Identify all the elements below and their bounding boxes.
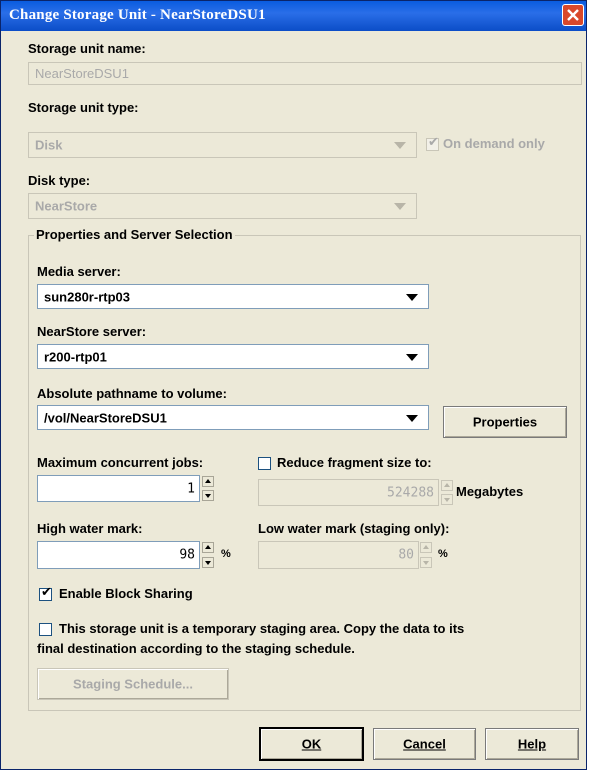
properties-button[interactable]: Properties xyxy=(443,406,567,438)
nearstore-server-label: NearStore server: xyxy=(37,324,147,339)
low-water-unit: % xyxy=(438,548,448,560)
spin-up-icon[interactable] xyxy=(202,542,214,553)
pathname-value: /vol/NearStoreDSU1 xyxy=(44,410,167,425)
staging-area-checkbox[interactable] xyxy=(39,623,52,636)
storage-unit-type-label: Storage unit type: xyxy=(28,100,139,115)
storage-unit-type-value: Disk xyxy=(35,137,63,153)
on-demand-only-label: On demand only xyxy=(443,136,545,151)
checkmark-icon: ✔ xyxy=(41,585,52,600)
low-water-mark-input: 80 xyxy=(258,541,419,569)
pathname-label: Absolute pathname to volume: xyxy=(37,386,227,401)
disk-type-label: Disk type: xyxy=(28,173,91,188)
staging-area-label-line2: final destination according to the stagi… xyxy=(37,641,355,656)
change-storage-unit-dialog: Change Storage Unit - NearStoreDSU1 Stor… xyxy=(0,0,587,770)
high-water-mark-input[interactable]: 98 xyxy=(37,541,200,569)
close-button[interactable] xyxy=(562,4,584,26)
staging-schedule-button: Staging Schedule... xyxy=(37,668,229,700)
high-water-spinner[interactable] xyxy=(202,542,214,568)
chevron-down-icon xyxy=(394,203,406,210)
max-concurrent-jobs-value: 1 xyxy=(187,481,195,496)
reduce-fragment-input: 524288 xyxy=(258,479,439,506)
max-concurrent-jobs-input[interactable]: 1 xyxy=(37,475,200,502)
high-water-unit: % xyxy=(221,548,231,560)
low-water-mark-label: Low water mark (staging only): xyxy=(258,521,450,536)
checkmark-icon: ✔ xyxy=(428,135,439,150)
spin-down-icon[interactable] xyxy=(202,490,214,501)
max-jobs-spinner[interactable] xyxy=(202,476,214,501)
spin-down-icon xyxy=(441,494,453,505)
ok-button-label: OK xyxy=(301,736,322,752)
disk-type-value: NearStore xyxy=(35,198,98,214)
nearstore-server-value: r200-rtp01 xyxy=(44,349,107,364)
spin-up-icon xyxy=(441,480,453,491)
spin-up-icon[interactable] xyxy=(202,476,214,487)
low-water-mark-value: 80 xyxy=(398,547,414,563)
properties-button-label: Properties xyxy=(472,414,538,430)
title-bar[interactable]: Change Storage Unit - NearStoreDSU1 xyxy=(1,1,586,31)
staging-area-label-line1: This storage unit is a temporary staging… xyxy=(59,621,465,636)
high-water-mark-label: High water mark: xyxy=(37,521,143,536)
enable-block-sharing-label: Enable Block Sharing xyxy=(59,586,193,601)
storage-unit-type-select: Disk xyxy=(28,132,417,158)
storage-unit-name-field: NearStoreDSU1 xyxy=(28,62,582,85)
cancel-button[interactable]: Cancel xyxy=(373,728,476,760)
media-server-label: Media server: xyxy=(37,264,121,279)
reduce-fragment-spinner xyxy=(441,480,453,505)
staging-schedule-button-label: Staging Schedule... xyxy=(73,676,193,692)
ok-button[interactable]: OK xyxy=(259,727,364,761)
close-icon xyxy=(567,9,579,21)
chevron-down-icon xyxy=(406,353,418,361)
spin-down-icon[interactable] xyxy=(202,557,214,568)
media-server-select[interactable]: sun280r-rtp03 xyxy=(37,284,429,309)
help-button[interactable]: Help xyxy=(485,728,579,760)
reduce-fragment-value: 524288 xyxy=(387,485,434,500)
cancel-button-label: Cancel xyxy=(403,736,446,752)
window-title: Change Storage Unit - NearStoreDSU1 xyxy=(9,7,266,23)
spin-up-icon xyxy=(420,542,432,553)
media-server-value: sun280r-rtp03 xyxy=(44,289,130,304)
spin-down-icon xyxy=(420,557,432,568)
high-water-mark-value: 98 xyxy=(179,547,195,563)
reduce-fragment-checkbox[interactable] xyxy=(258,457,271,470)
on-demand-only-checkbox: ✔ xyxy=(426,135,439,151)
storage-unit-name-label: Storage unit name: xyxy=(28,41,146,56)
nearstore-server-select[interactable]: r200-rtp01 xyxy=(37,344,429,369)
enable-block-sharing-checkbox[interactable]: ✔ xyxy=(39,585,52,601)
max-concurrent-jobs-label: Maximum concurrent jobs: xyxy=(37,455,204,470)
chevron-down-icon xyxy=(394,142,406,149)
help-button-label: Help xyxy=(517,736,547,752)
megabytes-label: Megabytes xyxy=(456,484,524,499)
pathname-select[interactable]: /vol/NearStoreDSU1 xyxy=(37,405,429,430)
disk-type-select: NearStore xyxy=(28,193,417,219)
properties-group-title: Properties and Server Selection xyxy=(34,227,235,242)
low-water-spinner xyxy=(420,542,432,568)
chevron-down-icon xyxy=(406,414,418,422)
reduce-fragment-label: Reduce fragment size to: xyxy=(277,455,432,470)
chevron-down-icon xyxy=(406,293,418,301)
